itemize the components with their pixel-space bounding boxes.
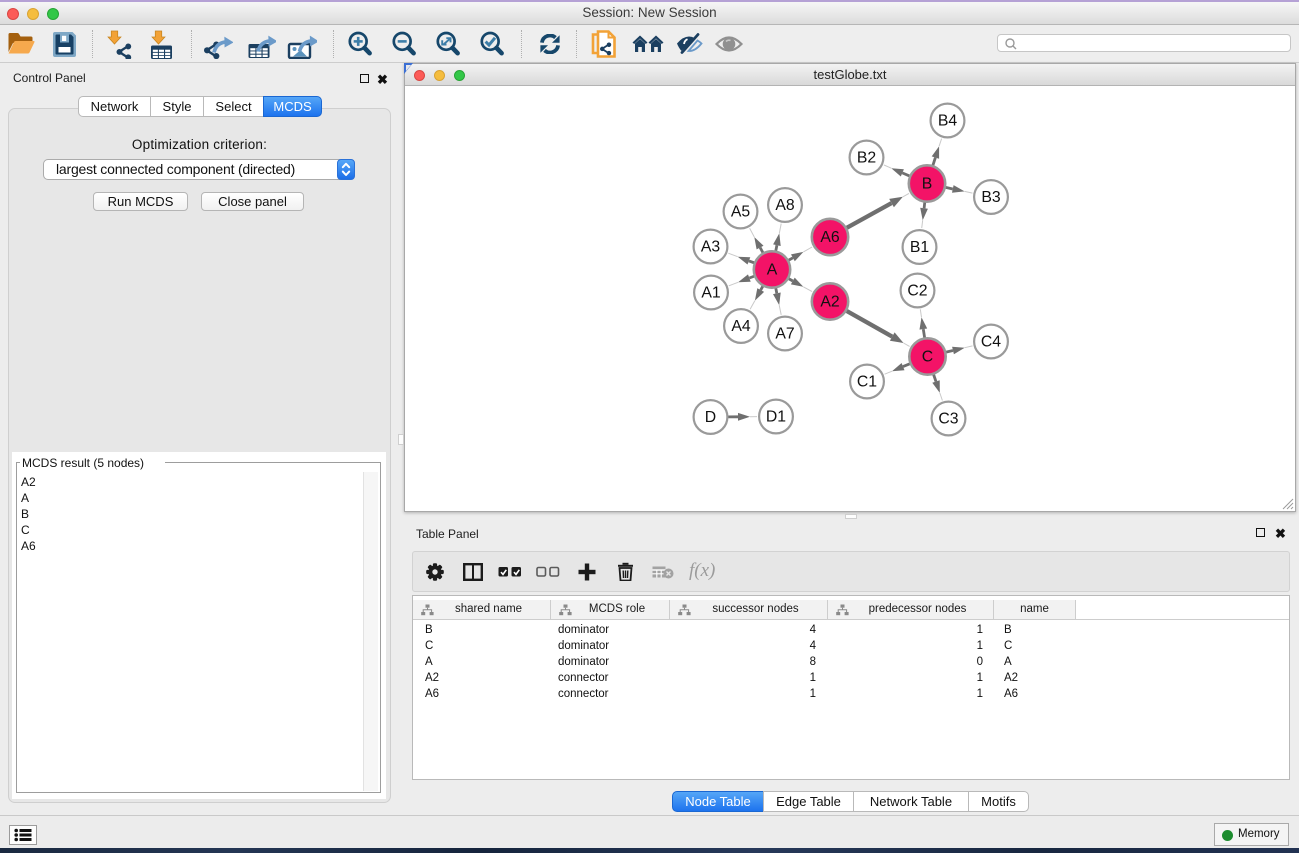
svg-text:A1: A1 xyxy=(701,285,721,302)
svg-text:D1: D1 xyxy=(766,409,786,426)
svg-text:C3: C3 xyxy=(938,411,958,428)
svg-text:C4: C4 xyxy=(981,334,1001,351)
svg-text:C2: C2 xyxy=(907,283,927,300)
svg-text:C: C xyxy=(922,349,933,366)
svg-text:A8: A8 xyxy=(775,197,795,214)
svg-text:B2: B2 xyxy=(857,150,876,167)
svg-text:A2: A2 xyxy=(820,294,839,311)
svg-text:A7: A7 xyxy=(775,326,794,343)
svg-text:A6: A6 xyxy=(820,229,840,246)
svg-text:B: B xyxy=(922,176,933,193)
svg-text:B3: B3 xyxy=(981,189,1001,206)
svg-text:A3: A3 xyxy=(701,239,721,256)
svg-text:D: D xyxy=(705,409,716,426)
svg-text:A4: A4 xyxy=(731,318,751,335)
svg-text:B4: B4 xyxy=(938,113,958,130)
svg-text:A5: A5 xyxy=(731,204,751,221)
svg-text:A: A xyxy=(767,262,778,279)
svg-text:B1: B1 xyxy=(910,239,930,256)
svg-text:C1: C1 xyxy=(857,374,877,391)
